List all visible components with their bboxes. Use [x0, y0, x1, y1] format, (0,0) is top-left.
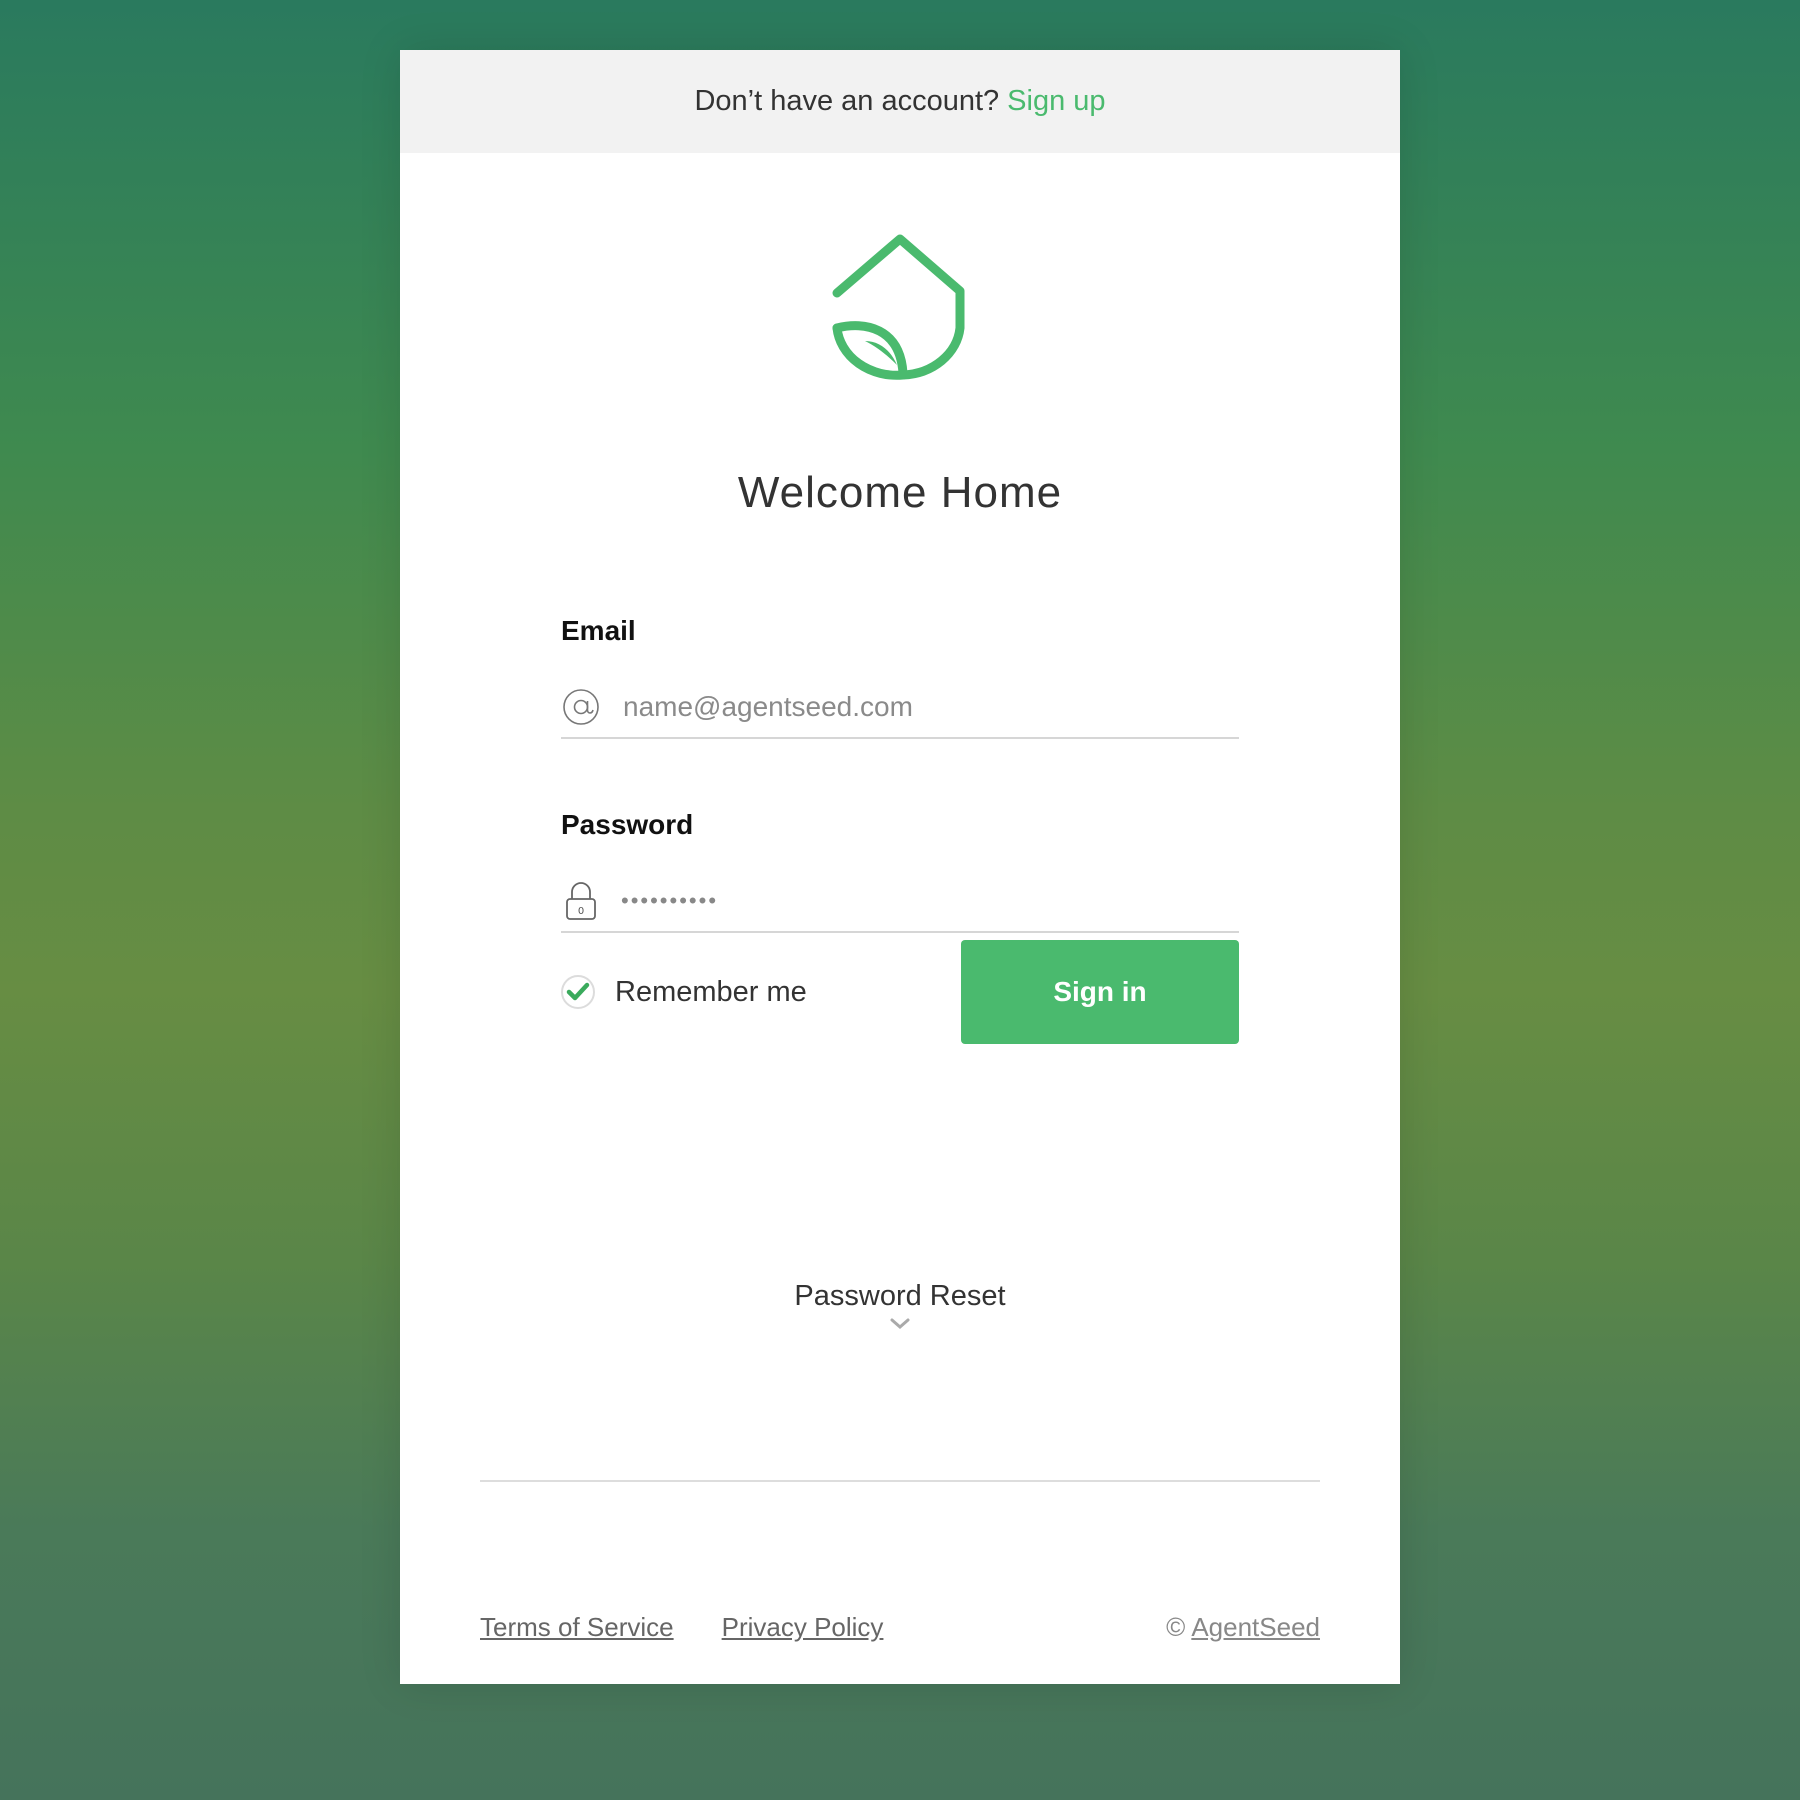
terms-of-service-link[interactable]: Terms of Service: [480, 1612, 674, 1643]
footer-divider: [480, 1480, 1320, 1482]
lock-icon: 0: [561, 881, 601, 921]
footer: Terms of Service Privacy Policy © AgentS…: [480, 1612, 1320, 1643]
remember-me-label: Remember me: [615, 975, 807, 1008]
at-sign-icon: [561, 687, 601, 727]
checkmark-icon[interactable]: [561, 975, 595, 1009]
email-input[interactable]: [621, 690, 1239, 724]
brand-link[interactable]: AgentSeed: [1191, 1612, 1320, 1643]
password-reset-label: Password Reset: [794, 1280, 1006, 1312]
password-label: Password: [561, 809, 694, 840]
form-actions: Remember me Sign in: [561, 940, 1239, 1044]
password-input[interactable]: ••••••••••: [621, 888, 718, 914]
login-card: Don’t have an account? Sign up Welcome H…: [400, 50, 1400, 1684]
email-label: Email: [561, 615, 636, 646]
signup-link[interactable]: Sign up: [1007, 85, 1105, 118]
email-field-wrapper: [561, 677, 1239, 739]
password-field-wrapper: 0 ••••••••••: [561, 871, 1239, 933]
remember-me-checkbox[interactable]: Remember me: [561, 975, 807, 1009]
page-title: Welcome Home: [737, 468, 1063, 517]
signup-bar: Don’t have an account? Sign up: [400, 50, 1400, 153]
sign-in-button[interactable]: Sign in: [961, 940, 1239, 1044]
password-reset-toggle[interactable]: Password Reset: [400, 1280, 1400, 1331]
signup-prompt: Don’t have an account?: [694, 85, 1000, 117]
house-leaf-logo-icon: [832, 234, 965, 380]
privacy-policy-link[interactable]: Privacy Policy: [722, 1612, 884, 1643]
svg-text:0: 0: [578, 906, 584, 917]
chevron-down-icon: [890, 1318, 910, 1329]
login-form: Email Password 0 ••••••••••: [561, 615, 1239, 933]
copyright-symbol: ©: [1166, 1612, 1186, 1642]
